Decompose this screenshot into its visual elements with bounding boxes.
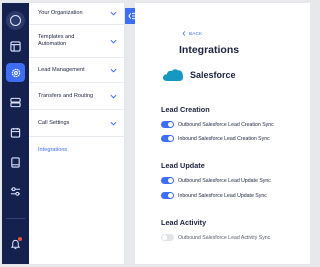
toggle-label: Inbound Salesforce Lead Update Sync bbox=[178, 192, 267, 199]
toggle-label: Outbound Salesforce Lead Activity Sync bbox=[178, 234, 271, 241]
menu-item-integrations[interactable]: Integrations bbox=[29, 137, 125, 164]
menu-item-label: Transfers and Routing bbox=[38, 92, 94, 99]
section-title-lead-activity: Lead Activity bbox=[161, 218, 207, 227]
toggle-inbound-lead-update[interactable] bbox=[161, 192, 174, 199]
chevron-down-icon bbox=[109, 66, 117, 74]
chevron-down-icon bbox=[109, 92, 117, 100]
menu-item-label: Your Organization bbox=[38, 10, 83, 16]
menu-item-label: Lead Management bbox=[38, 66, 85, 73]
chevron-down-icon bbox=[109, 10, 117, 18]
section-title-lead-update: Lead Update bbox=[161, 161, 205, 170]
toggle-row: Inbound Salesforce Lead Update Sync bbox=[161, 192, 267, 199]
toggle-outbound-lead-creation[interactable] bbox=[161, 121, 174, 128]
menu-item-lead-management[interactable]: Lead Management bbox=[29, 58, 125, 83]
toggle-label: Outbound Salesforce Lead Creation Sync bbox=[178, 121, 274, 128]
back-label: BACK bbox=[189, 31, 203, 36]
toggle-inbound-lead-creation[interactable] bbox=[161, 135, 174, 142]
brand-name: Salesforce bbox=[190, 70, 236, 80]
rail-divider bbox=[6, 218, 25, 219]
layout-icon[interactable] bbox=[6, 37, 25, 56]
app-frame: Your Organization Templates and Automati… bbox=[0, 0, 312, 267]
chevron-down-icon bbox=[109, 37, 117, 45]
sliders-icon[interactable] bbox=[6, 182, 25, 201]
calendar-icon[interactable] bbox=[6, 123, 25, 142]
chevron-left-icon bbox=[182, 31, 186, 36]
integrations-panel: BACK Integrations Salesforce Lead Creati… bbox=[135, 3, 310, 264]
settings-menu: Your Organization Templates and Automati… bbox=[29, 3, 125, 264]
menu-item-call-settings[interactable]: Call Settings bbox=[29, 110, 125, 137]
toggle-row: Inbound Salesforce Lead Creation Sync bbox=[161, 135, 270, 142]
app-logo-icon[interactable] bbox=[6, 11, 25, 30]
toggle-label: Outbound Salesforce Lead Update Sync bbox=[178, 177, 271, 184]
notification-dot bbox=[18, 237, 22, 241]
toggle-outbound-lead-update[interactable] bbox=[161, 177, 174, 184]
chevron-down-icon bbox=[109, 119, 117, 127]
book-icon[interactable] bbox=[6, 153, 25, 172]
back-link[interactable]: BACK bbox=[182, 31, 202, 36]
icon-rail bbox=[2, 3, 29, 264]
section-title-lead-creation: Lead Creation bbox=[161, 105, 210, 114]
gear-icon[interactable] bbox=[6, 63, 25, 82]
bell-icon[interactable] bbox=[6, 235, 25, 254]
toggle-row: Outbound Salesforce Lead Activity Sync bbox=[161, 234, 270, 241]
menu-item-label: Templates and Automation bbox=[38, 34, 75, 47]
menu-item-label: Integrations bbox=[38, 147, 68, 153]
menu-item-label: Call Settings bbox=[38, 119, 70, 126]
menu-item-transfers-and-routing[interactable]: Transfers and Routing bbox=[29, 83, 125, 110]
toggle-label: Inbound Salesforce Lead Creation Sync bbox=[178, 135, 270, 142]
toggle-row: Outbound Salesforce Lead Creation Sync bbox=[161, 121, 274, 128]
page-title: Integrations bbox=[179, 44, 240, 56]
toggle-outbound-lead-activity[interactable] bbox=[161, 234, 174, 241]
server-icon[interactable] bbox=[6, 93, 25, 112]
salesforce-brand: Salesforce bbox=[162, 68, 236, 82]
menu-item-your-organization[interactable]: Your Organization bbox=[29, 3, 125, 25]
toggle-row: Outbound Salesforce Lead Update Sync bbox=[161, 177, 271, 184]
menu-item-templates-and-automation[interactable]: Templates and Automation bbox=[29, 25, 125, 58]
salesforce-cloud-logo bbox=[162, 68, 184, 82]
